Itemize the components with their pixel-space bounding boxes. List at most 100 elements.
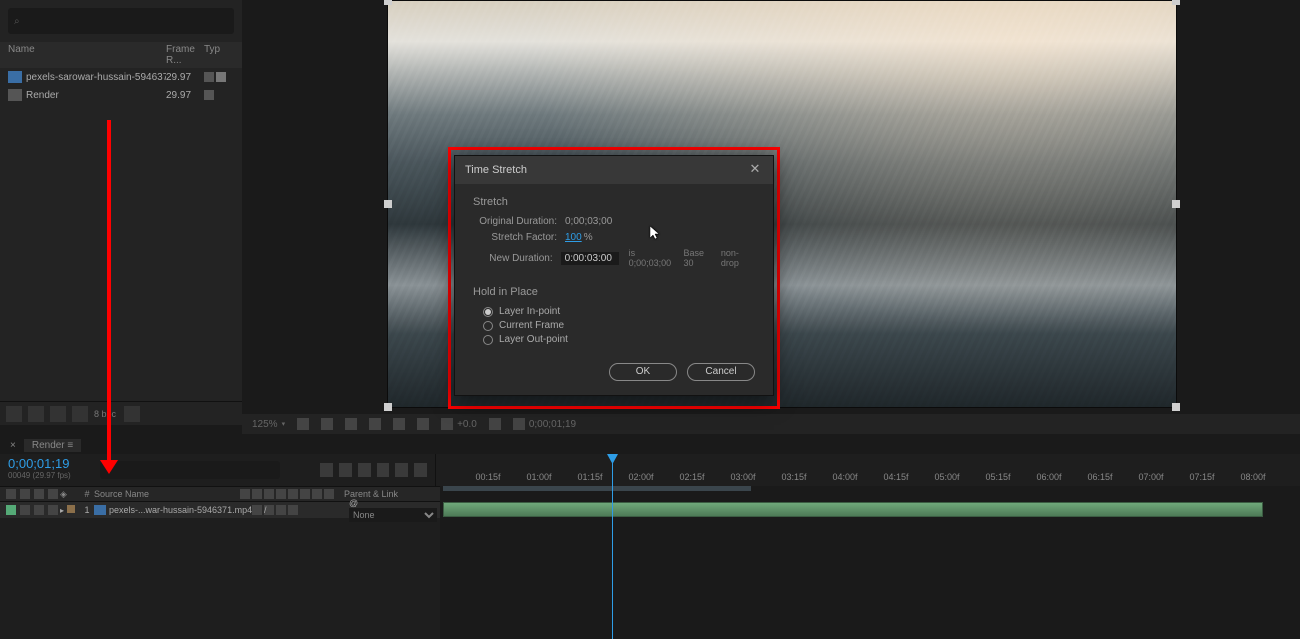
audio-column-icon[interactable] [20, 489, 30, 499]
roi-icon[interactable] [369, 418, 381, 430]
layer-shy-icon[interactable] [252, 505, 262, 515]
ruler-tick: 06:00f [1036, 472, 1061, 482]
project-search-input[interactable]: ⌕ [8, 8, 234, 34]
transform-handle[interactable] [1172, 200, 1180, 208]
layer-label-icon[interactable] [67, 505, 75, 513]
graph-editor-icon[interactable] [395, 463, 408, 477]
exposure-value[interactable]: +0.0 [441, 418, 477, 430]
layer-name[interactable]: pexels-...war-hussain-5946371.mp4 [109, 505, 252, 515]
ruler-tick: 05:15f [985, 472, 1010, 482]
fx-icon[interactable] [276, 489, 286, 499]
col-source-name[interactable]: Source Name [94, 489, 240, 499]
ruler-tick: 08:00f [1240, 472, 1265, 482]
close-icon[interactable]: ✕ [747, 162, 763, 178]
search-icon: ⌕ [14, 16, 20, 27]
col-name[interactable]: Name [8, 44, 166, 66]
project-settings-icon[interactable] [72, 406, 88, 422]
layer-unused-icon [288, 505, 298, 515]
pickwhip-icon[interactable]: @ [349, 498, 359, 508]
3d-icon[interactable] [417, 418, 429, 430]
time-stretch-dialog: Time Stretch ✕ Stretch Original Duration… [454, 155, 774, 396]
original-duration-label: Original Duration: [473, 216, 565, 227]
preview-timecode[interactable]: 0;00;01;19 [513, 418, 576, 430]
transform-handle[interactable] [384, 200, 392, 208]
ok-button[interactable]: OK [609, 363, 677, 381]
transform-handle[interactable] [384, 403, 392, 411]
layer-search-input[interactable] [100, 461, 280, 479]
layer-parent[interactable]: @ None [349, 498, 444, 522]
new-duration-input[interactable] [561, 252, 619, 265]
shy-icon[interactable] [240, 489, 250, 499]
quality-icon[interactable] [264, 489, 274, 499]
dialog-titlebar[interactable]: Time Stretch ✕ [455, 156, 773, 184]
work-area-bar[interactable] [443, 486, 751, 491]
layer-fx-icon[interactable] [276, 505, 286, 515]
radio-layer-in[interactable]: Layer In-point [483, 306, 755, 317]
transform-handle[interactable] [1172, 0, 1180, 5]
layer-lock-icon[interactable] [48, 505, 58, 515]
interpret-footage-icon[interactable] [6, 406, 22, 422]
current-time[interactable]: 0;00;01;19 00049 (29.97 fps) [0, 454, 100, 486]
col-framerate[interactable]: Frame R... [166, 44, 204, 66]
layer-solo-icon[interactable] [34, 505, 44, 515]
hold-section-label: Hold in Place [473, 286, 755, 298]
eye-column-icon[interactable] [6, 489, 16, 499]
draft3d-icon[interactable] [339, 463, 352, 477]
project-item-framerate: 29.97 [166, 72, 204, 83]
layer-quality-icon[interactable]: / [264, 505, 274, 515]
time-ruler[interactable]: 00:15f01:00f01:15f02:00f02:15f03:00f03:1… [435, 454, 1300, 486]
annotation-arrow [107, 120, 111, 465]
radio-current-frame[interactable]: Current Frame [483, 320, 755, 331]
duration-meta-is: is 0;00;03;00 [629, 248, 678, 268]
mask-icon[interactable] [345, 418, 357, 430]
duration-meta-base: Base 30 [684, 248, 715, 268]
timeline-track-area[interactable] [440, 486, 1300, 639]
layer-audio-icon[interactable] [20, 505, 30, 515]
solo-column-icon[interactable] [34, 489, 44, 499]
close-tab-icon[interactable]: × [6, 439, 20, 452]
label-column-icon[interactable]: ◈ [60, 489, 80, 500]
grid-icon[interactable] [321, 418, 333, 430]
new-folder-icon[interactable] [28, 406, 44, 422]
project-footer: 8 bpc [0, 401, 242, 425]
new-comp-icon[interactable] [50, 406, 66, 422]
snapshot-icon[interactable] [489, 418, 501, 430]
layer-visible-icon[interactable] [6, 505, 16, 515]
layer-clip-bar[interactable] [443, 502, 1263, 517]
project-row[interactable]: Render 29.97 [0, 86, 242, 104]
radio-layer-out[interactable]: Layer Out-point [483, 334, 755, 345]
collapse-icon[interactable] [252, 489, 262, 499]
annotation-arrow-head [100, 460, 118, 474]
stretch-factor-input[interactable]: 100 [565, 232, 582, 243]
bpc-label[interactable]: 8 bpc [94, 409, 116, 419]
dialog-title: Time Stretch [465, 164, 527, 176]
parent-dropdown[interactable]: None [349, 508, 437, 522]
transform-handle[interactable] [384, 0, 392, 5]
resolution-icon[interactable] [297, 418, 309, 430]
motion-blur-icon[interactable] [377, 463, 390, 477]
project-row[interactable]: pexels-sarowar-hussain-5946371.mp4 29.97 [0, 68, 242, 86]
frame-blend-icon[interactable] [358, 463, 371, 477]
footage-icon [8, 71, 22, 83]
transform-handle[interactable] [1172, 403, 1180, 411]
ruler-tick: 01:15f [577, 472, 602, 482]
playhead[interactable] [612, 454, 613, 639]
3dlayer-icon[interactable] [324, 489, 334, 499]
zoom-level[interactable]: 125%▾ [252, 419, 285, 430]
frameblend-icon[interactable] [288, 489, 298, 499]
timecode-display[interactable]: 0;00;01;19 [8, 456, 92, 471]
twirl-icon[interactable]: ▸ [60, 506, 64, 515]
trash-icon[interactable] [124, 406, 140, 422]
transparency-icon[interactable] [393, 418, 405, 430]
cancel-button[interactable]: Cancel [687, 363, 755, 381]
adjust-icon[interactable] [312, 489, 322, 499]
comp-mini-flowchart-icon[interactable] [320, 463, 333, 477]
col-type[interactable]: Typ [204, 44, 234, 66]
timeline-tabs: × Render ≡ [0, 436, 1300, 454]
timeline-tab[interactable]: Render ≡ [24, 439, 81, 452]
ruler-tick: 02:00f [628, 472, 653, 482]
lock-column-icon[interactable] [48, 489, 58, 499]
snap-icon[interactable] [414, 463, 427, 477]
mouse-cursor-icon [650, 226, 660, 240]
moblur-icon[interactable] [300, 489, 310, 499]
